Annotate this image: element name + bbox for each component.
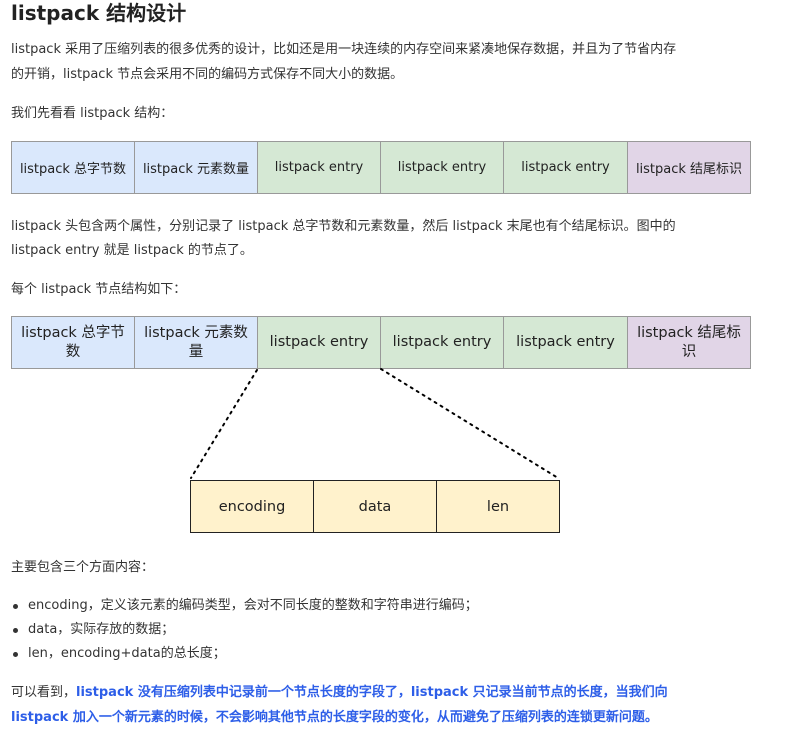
cell-entry-2: listpack entry [381, 141, 504, 194]
entry-fields-diagram: encoding data len [190, 480, 560, 533]
cell-entry-3: listpack entry [504, 316, 628, 369]
listpack-node-diagram: listpack 总字节数 listpack 元素数量 listpack ent… [11, 316, 751, 369]
intro-line-1: listpack 采用了压缩列表的很多优秀的设计，比如还是用一块连续的内存空间来… [11, 42, 677, 57]
cell-total-bytes: listpack 总字节数 [11, 316, 135, 369]
desc-line-2: listpack entry 就是 listpack 的节点了。 [11, 243, 253, 258]
article: listpack 结构设计 listpack 采用了压缩列表的很多优秀的设计，比… [0, 0, 787, 744]
cell-len: len [437, 480, 560, 533]
list-item: len，encoding+data的总长度； [10, 642, 478, 666]
cell-encoding: encoding [190, 480, 314, 533]
connector-left [190, 369, 258, 479]
lead-structure: 我们先看看 listpack 结构： [11, 106, 174, 121]
cell-entry-1: listpack entry [258, 316, 381, 369]
emphasis-text: listpack 没有压缩列表中记录前一个节点长度的字段了，listpack 只… [76, 685, 668, 700]
connector-right [380, 368, 559, 479]
cell-entry-3: listpack entry [504, 141, 628, 194]
cell-element-count: listpack 元素数量 [135, 316, 258, 369]
cell-entry-2: listpack entry [381, 316, 504, 369]
list-item: encoding，定义该元素的编码类型，会对不同长度的整数和字符串进行编码； [10, 594, 478, 618]
list-item: data，实际存放的数据； [10, 618, 478, 642]
cell-end-marker: listpack 结尾标识 [628, 316, 751, 369]
intro-line-2: 的开销，listpack 节点会采用不同的编码方式保存不同大小的数据。 [11, 67, 404, 82]
conclusion-line-1: 可以看到，listpack 没有压缩列表中记录前一个节点长度的字段了，listp… [11, 685, 668, 700]
bullet-dot-icon [13, 628, 18, 633]
field-list: encoding，定义该元素的编码类型，会对不同长度的整数和字符串进行编码； d… [10, 594, 478, 666]
bullet-dot-icon [13, 604, 18, 609]
emphasis-text: listpack 加入一个新元素的时候，不会影响其他节点的长度字段的变化，从而避… [11, 710, 658, 725]
cell-element-count: listpack 元素数量 [135, 141, 258, 194]
desc-line-1: listpack 头包含两个属性，分别记录了 listpack 总字节数和元素数… [11, 219, 676, 234]
cell-end-marker: listpack 结尾标识 [628, 141, 751, 194]
bullet-dot-icon [13, 652, 18, 657]
section-heading: listpack 结构设计 [11, 1, 187, 25]
listpack-structure-diagram: listpack 总字节数 listpack 元素数量 listpack ent… [11, 141, 751, 194]
cell-entry-1: listpack entry [258, 141, 381, 194]
cell-total-bytes: listpack 总字节数 [11, 141, 135, 194]
lead-node-structure: 每个 listpack 节点结构如下： [11, 282, 187, 297]
cell-data: data [314, 480, 437, 533]
conclusion-line-2: listpack 加入一个新元素的时候，不会影响其他节点的长度字段的变化，从而避… [11, 706, 658, 730]
lead-three-parts: 主要包含三个方面内容： [11, 560, 155, 575]
